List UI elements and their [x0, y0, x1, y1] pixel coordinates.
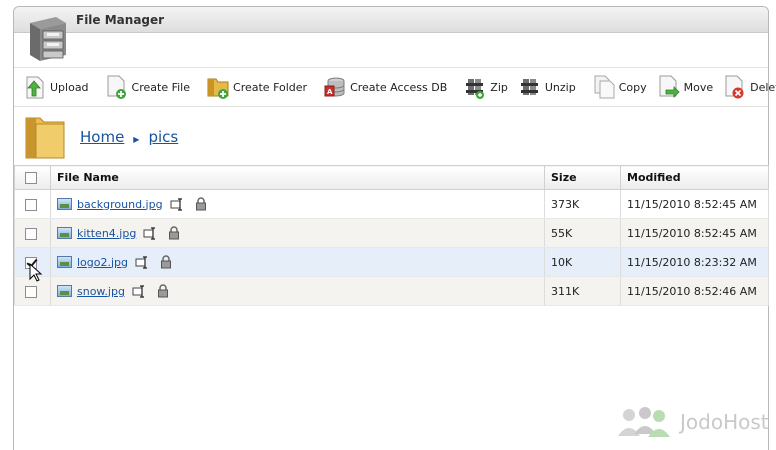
file-modified: 11/15/2010 8:52:46 AM — [620, 276, 769, 306]
lock-icon[interactable] — [168, 226, 180, 240]
row-checkbox[interactable] — [25, 227, 37, 240]
breadcrumb-arrow-icon: ▶ — [133, 134, 140, 144]
file-size: 10K — [544, 247, 621, 277]
create-file-button[interactable]: Create File — [100, 70, 195, 104]
table-header-row: File Name Size Modified — [14, 165, 769, 190]
toolbar: Upload Create File Create Folder A Creat… — [14, 67, 776, 107]
zip-label: Zip — [490, 80, 508, 94]
create-access-db-label: Create Access DB — [350, 80, 448, 94]
image-file-icon — [57, 227, 72, 239]
file-name-link[interactable]: background.jpg — [77, 198, 163, 211]
upload-button[interactable]: Upload — [18, 70, 94, 104]
file-table: File Name Size Modified background.jpg 3… — [14, 165, 769, 306]
row-checkbox[interactable] — [25, 198, 37, 211]
move-label: Move — [683, 80, 714, 94]
svg-text:A: A — [327, 88, 333, 96]
column-header-size[interactable]: Size — [544, 165, 621, 190]
unzip-label: Unzip — [544, 80, 576, 94]
breadcrumb-home-link[interactable]: Home — [80, 128, 124, 146]
database-icon: A — [324, 77, 345, 97]
title-bar: File Manager — [14, 7, 768, 33]
lock-icon[interactable] — [195, 197, 207, 211]
file-manager-window: File Manager Upload Create File Create F… — [13, 6, 776, 450]
zip-icon — [466, 79, 485, 99]
mouse-cursor-icon — [29, 263, 43, 282]
breadcrumb: Home ▶ pics — [22, 110, 762, 164]
create-access-db-button[interactable]: A Create Access DB — [318, 70, 452, 104]
rename-icon[interactable] — [132, 284, 146, 298]
move-button[interactable]: Move — [652, 70, 719, 104]
image-file-icon — [57, 256, 72, 268]
file-size: 311K — [544, 276, 621, 306]
file-modified: 11/15/2010 8:52:45 AM — [620, 218, 769, 248]
file-modified: 11/15/2010 8:52:45 AM — [620, 189, 769, 219]
create-file-label: Create File — [131, 80, 191, 94]
rename-icon[interactable] — [170, 197, 184, 211]
lock-icon[interactable] — [157, 284, 169, 298]
select-all-checkbox[interactable] — [25, 172, 37, 184]
folder-icon — [25, 117, 65, 159]
lock-icon[interactable] — [160, 255, 172, 269]
copy-label: Copy — [618, 80, 647, 94]
brand-name: JodoHost — [680, 410, 769, 434]
select-all-header — [14, 165, 51, 190]
row-checkbox[interactable] — [25, 285, 37, 298]
copy-icon — [594, 75, 615, 99]
window-title: File Manager — [76, 13, 165, 27]
table-row[interactable]: logo2.jpg 10K 11/15/2010 8:23:32 AM — [14, 247, 769, 277]
file-name-link[interactable]: snow.jpg — [77, 285, 125, 298]
image-file-icon — [57, 285, 72, 297]
unzip-icon — [520, 79, 538, 95]
unzip-button[interactable]: Unzip — [513, 70, 581, 104]
upload-icon — [26, 76, 44, 99]
create-file-icon — [107, 75, 126, 99]
file-size: 373K — [544, 189, 621, 219]
jodohost-logo: JodoHost — [616, 406, 769, 438]
create-folder-icon — [207, 78, 229, 99]
file-name-link[interactable]: kitten4.jpg — [77, 227, 136, 240]
rename-icon[interactable] — [143, 226, 157, 240]
delete-button[interactable]: Delete — [718, 70, 776, 104]
delete-label: Delete — [750, 80, 776, 94]
file-cabinet-icon — [30, 17, 66, 61]
table-row[interactable]: snow.jpg 311K 11/15/2010 8:52:46 AM — [14, 276, 769, 306]
image-file-icon — [57, 198, 72, 210]
upload-label: Upload — [50, 80, 89, 94]
table-row[interactable]: kitten4.jpg 55K 11/15/2010 8:52:45 AM — [14, 218, 769, 248]
zip-button[interactable]: Zip — [458, 70, 513, 104]
move-icon — [659, 75, 680, 98]
column-header-modified[interactable]: Modified — [620, 165, 769, 190]
table-row[interactable]: background.jpg 373K 11/15/2010 8:52:45 A… — [14, 189, 769, 219]
create-folder-label: Create Folder — [233, 80, 308, 94]
copy-button[interactable]: Copy — [587, 70, 652, 104]
create-folder-button[interactable]: Create Folder — [201, 70, 312, 104]
file-name-link[interactable]: logo2.jpg — [77, 256, 128, 269]
jodohost-people-icon — [618, 407, 670, 437]
file-modified: 11/15/2010 8:23:32 AM — [620, 247, 769, 277]
delete-icon — [725, 75, 744, 99]
file-size: 55K — [544, 218, 621, 248]
breadcrumb-current-link[interactable]: pics — [148, 128, 178, 146]
column-header-name[interactable]: File Name — [50, 165, 545, 190]
rename-icon[interactable] — [135, 255, 149, 269]
